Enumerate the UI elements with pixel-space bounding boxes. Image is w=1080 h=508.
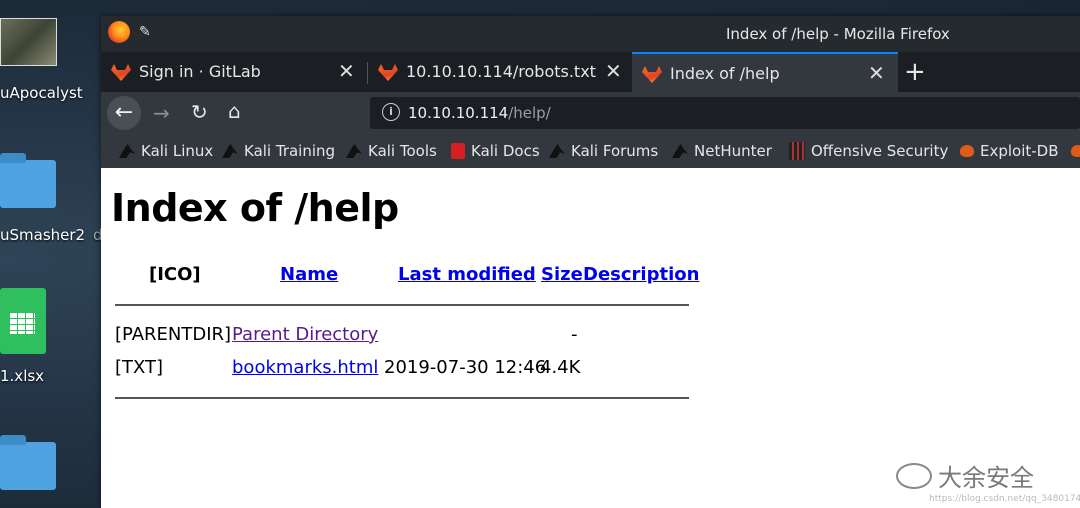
kali-dragon-icon: [549, 144, 565, 158]
watermark: 大余安全: [896, 458, 1034, 493]
reload-icon[interactable]: ↻: [191, 100, 208, 124]
bookmark-kali-training[interactable]: Kali Training: [222, 142, 335, 160]
row-icon-label: [TXT]: [115, 357, 164, 378]
row-icon-label: [PARENTDIR]: [115, 324, 232, 345]
tab-robots-txt[interactable]: 10.10.10.114/robots.txt ✕: [368, 52, 630, 92]
gitlab-icon: [378, 64, 398, 81]
desktop-icon-folder[interactable]: [0, 430, 80, 508]
bookmark-kali-tools[interactable]: Kali Tools: [346, 142, 437, 160]
tab-label: Index of /help: [670, 64, 780, 83]
kali-docs-icon: [451, 143, 465, 159]
bookmarks-html-link[interactable]: bookmarks.html: [232, 357, 378, 378]
page-heading: Index of /help: [111, 186, 399, 230]
url-bar[interactable]: i 10.10.10.114/help/: [370, 97, 1080, 129]
bookmark-label: Exploit-DB: [980, 142, 1059, 160]
desktop-icon-apocalyst[interactable]: uApocalyst: [0, 0, 83, 110]
home-icon[interactable]: ⌂: [228, 99, 241, 123]
parent-directory-link[interactable]: Parent Directory: [232, 324, 378, 345]
row-modified: 2019-07-30 12:46: [384, 357, 547, 378]
spreadsheet-icon: [0, 288, 46, 354]
bookmark-label: Kali Docs: [471, 142, 540, 160]
tab-label: 10.10.10.114/robots.txt: [406, 62, 596, 81]
kali-dragon-icon: [222, 144, 238, 158]
column-header-description[interactable]: Description: [583, 264, 699, 285]
row-name[interactable]: bookmarks.html: [232, 357, 378, 378]
bookmark-overflow-icon[interactable]: [1071, 142, 1080, 160]
image-thumbnail-icon: [0, 18, 57, 66]
tab-bar: Sign in · GitLab ✕ 10.10.10.114/robots.t…: [101, 52, 1080, 92]
sort-by-name-link[interactable]: Name: [280, 264, 338, 285]
info-icon[interactable]: i: [382, 103, 400, 121]
title-bar: ✎ Index of /help - Mozilla Firefox: [101, 16, 1080, 52]
desktop-icon-xlsx[interactable]: 1.xlsx: [0, 288, 80, 388]
desktop-icon-label: 1.xlsx: [0, 367, 45, 385]
bookmark-exploit-db[interactable]: Exploit-DB: [960, 142, 1059, 160]
window-title: Index of /help - Mozilla Firefox: [726, 25, 950, 43]
new-tab-icon[interactable]: +: [904, 57, 926, 87]
column-header-last-modified[interactable]: Last modified: [398, 264, 536, 285]
bookmark-kali-forums[interactable]: Kali Forums: [549, 142, 658, 160]
row-size: -: [571, 324, 578, 345]
gitlab-icon: [111, 64, 131, 81]
watermark-text: 大余安全: [938, 464, 1034, 492]
bookmark-label: Kali Tools: [368, 142, 437, 160]
kali-dragon-icon: [672, 144, 688, 158]
row-name[interactable]: Parent Directory: [232, 324, 378, 345]
back-arrow-icon[interactable]: ←: [107, 96, 141, 130]
bookmark-label: Kali Training: [244, 142, 336, 160]
bookmark-label: NetHunter: [694, 142, 772, 160]
forward-arrow-icon[interactable]: →: [153, 101, 170, 125]
table-divider-bottom: [115, 397, 689, 399]
exploitdb-icon: [960, 145, 974, 157]
firefox-window: ✎ Index of /help - Mozilla Firefox Sign …: [101, 16, 1080, 508]
bookmark-offensive-security[interactable]: Offensive Security: [789, 142, 948, 160]
folder-icon: [0, 153, 56, 208]
tab-gitlab-signin[interactable]: Sign in · GitLab ✕: [101, 52, 363, 92]
bookmark-kali-docs[interactable]: Kali Docs: [451, 142, 540, 160]
bookmark-label: Offensive Security: [811, 142, 949, 160]
navigation-bar: ← → ↻ ⌂ i 10.10.10.114/help/: [101, 92, 1080, 136]
wechat-icon: [896, 463, 932, 489]
offsec-icon: [789, 142, 805, 160]
page-content: Index of /help [ICO] Name Last modified …: [101, 168, 1080, 508]
bookmark-label: Kali Forums: [571, 142, 659, 160]
column-header-ico: [ICO]: [149, 264, 201, 285]
bookmarks-toolbar: Kali Linux Kali Training Kali Tools Kali…: [101, 136, 1080, 168]
kali-dragon-icon: [346, 144, 362, 158]
watermark-url: https://blog.csdn.net/qq_34801745: [929, 494, 1080, 504]
close-icon[interactable]: ✕: [338, 59, 355, 83]
pin-icon[interactable]: ✎: [139, 24, 151, 40]
table-divider-top: [115, 304, 689, 306]
sort-by-modified-link[interactable]: Last modified: [398, 264, 536, 285]
folder-icon: [0, 435, 56, 490]
url-path: /help/: [508, 104, 551, 122]
tab-label: Sign in · GitLab: [139, 62, 261, 81]
close-icon[interactable]: ✕: [605, 59, 622, 83]
row-size: 4.4K: [540, 357, 581, 378]
sort-by-description-link[interactable]: Description: [583, 264, 699, 285]
firefox-logo-icon[interactable]: [108, 21, 130, 43]
url-text[interactable]: 10.10.10.114/help/: [408, 104, 551, 122]
desktop-icon-smasher2[interactable]: uSmasher2: [0, 150, 85, 250]
sort-by-size-link[interactable]: Size: [541, 264, 583, 285]
column-header-size[interactable]: Size: [541, 264, 583, 285]
close-icon[interactable]: ✕: [868, 61, 885, 85]
desktop-icon-label: uSmasher2: [0, 226, 86, 244]
gitlab-icon: [642, 66, 662, 83]
url-host: 10.10.10.114: [408, 104, 509, 122]
tab-index-help[interactable]: Index of /help ✕: [632, 52, 898, 92]
bookmark-nethunter[interactable]: NetHunter: [672, 142, 772, 160]
column-header-name[interactable]: Name: [280, 264, 338, 285]
kali-dragon-icon: [119, 144, 135, 158]
exploitdb-icon: [1071, 145, 1080, 157]
bookmark-label: Kali Linux: [141, 142, 214, 160]
desktop-icon-label: uApocalyst: [0, 84, 83, 102]
bookmark-kali-linux[interactable]: Kali Linux: [119, 142, 213, 160]
